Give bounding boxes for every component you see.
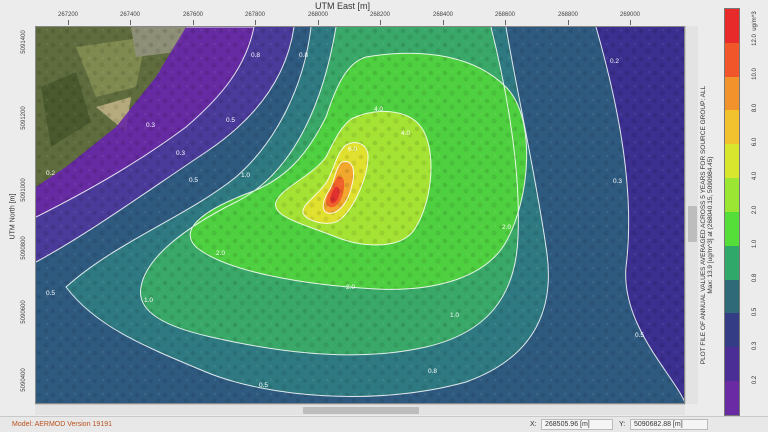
contour-value-label: 0.2: [610, 58, 619, 65]
contour-value-label: 1.0: [450, 312, 459, 319]
utm-north-tick-label: 5091000: [21, 178, 27, 202]
contour-value-label: 0.3: [146, 122, 155, 129]
legend-level-label: 0.2: [752, 375, 758, 385]
utm-east-tick-mark: [130, 20, 131, 25]
legend-level-label: 2.0: [752, 205, 758, 215]
legend-swatch: [725, 110, 739, 145]
utm-east-tick-label: 268000: [307, 12, 329, 18]
legend-swatch: [725, 245, 739, 280]
legend-level-label: 0.3: [752, 341, 758, 351]
utm-north-tick-label: 5090400: [21, 368, 27, 392]
utm-east-tick-label: 267200: [57, 12, 79, 18]
legend-level-label: 0.8: [752, 273, 758, 283]
utm-east-tick-label: 267800: [244, 12, 266, 18]
utm-east-tick-label: 268800: [557, 12, 579, 18]
contour-map-view[interactable]: 0.2 0.3 0.5 1.0 2.0 4.0 6.0 0.8 0.3 0.5 1.0 2.0 4.0 0…: [35, 26, 685, 404]
legend-swatch: [725, 42, 739, 77]
utm-east-tick-mark: [380, 20, 381, 25]
utm-east-tick-label: 269000: [619, 12, 641, 18]
contour-value-label: 0.8: [428, 368, 437, 375]
utm-east-tick-label: 268200: [369, 12, 391, 18]
vertical-scrollbar[interactable]: [685, 26, 698, 404]
utm-north-tick-label: 5091400: [21, 30, 27, 54]
legend-swatch: [725, 9, 739, 43]
contour-value-label: 2.0: [346, 284, 355, 291]
x-coord-label: X:: [530, 421, 537, 428]
contour-value-label: 1.0: [241, 172, 250, 179]
legend-level-label: 6.0: [752, 137, 758, 147]
model-version-text: Model: AERMOD Version 19191: [12, 421, 112, 428]
contour-value-label: 6.0: [348, 146, 357, 153]
legend-caption-line1: PLOT FILE OF ANNUAL VALUES AVERAGED ACRO…: [700, 85, 707, 365]
legend-swatch: [725, 144, 739, 179]
contour-value-label: 0.8: [299, 52, 308, 59]
utm-east-tick-label: 268600: [494, 12, 516, 18]
utm-east-tick-mark: [255, 20, 256, 25]
utm-east-tick-mark: [630, 20, 631, 25]
contour-value-label: 0.5: [226, 117, 235, 124]
legend-swatch: [725, 381, 739, 415]
utm-east-tick-label: 267600: [182, 12, 204, 18]
y-coord-label: Y:: [619, 421, 626, 428]
y-coord-field: 5090682.88 [m]: [630, 419, 708, 430]
legend-caption: PLOT FILE OF ANNUAL VALUES AVERAGED ACRO…: [700, 30, 714, 420]
contour-value-label: 0.3: [613, 178, 622, 185]
contour-value-label: 1.0: [144, 297, 153, 304]
vertical-scroll-thumb[interactable]: [688, 206, 697, 242]
utm-east-tick-mark: [443, 20, 444, 25]
legend-level-label: 8.0: [752, 103, 758, 113]
legend-swatch: [725, 279, 739, 314]
contour-value-label: 0.8: [251, 52, 260, 59]
imagery-texture: [36, 27, 684, 403]
status-bar: Model: AERMOD Version 19191 X: 268505.96…: [0, 416, 768, 432]
contour-value-label: 0.3: [176, 150, 185, 157]
legend-swatch: [725, 178, 739, 212]
utm-east-tick-mark: [193, 20, 194, 25]
utm-east-tick-mark: [568, 20, 569, 25]
horizontal-scroll-thumb[interactable]: [303, 407, 419, 414]
utm-east-tick-mark: [505, 20, 506, 25]
legend-caption-text: PLOT FILE OF ANNUAL VALUES AVERAGED ACRO…: [700, 30, 714, 420]
legend-level-label: 4.0: [752, 171, 758, 181]
legend-swatch: [725, 211, 739, 246]
contour-value-label: 0.5: [189, 177, 198, 184]
utm-east-tick-label: 268400: [432, 12, 454, 18]
contour-value-label: 4.0: [401, 130, 410, 137]
horizontal-scrollbar[interactable]: [35, 404, 685, 415]
utm-north-axis-title: UTM North [m]: [9, 193, 17, 240]
contour-value-label: 0.5: [635, 332, 644, 339]
aermod-view-window: UTM East [m] 267200 267400 267600 267800 268…: [0, 0, 768, 432]
legend-level-label: 10.0: [752, 68, 758, 80]
legend-swatch: [725, 313, 739, 348]
utm-north-tick-label: 5091200: [21, 106, 27, 130]
contour-value-label: 0.2: [46, 170, 55, 177]
contour-value-label: 0.5: [46, 290, 55, 297]
legend-level-label: 1.0: [752, 239, 758, 249]
legend-level-label: 12.0: [752, 34, 758, 46]
contour-value-label: 2.0: [502, 224, 511, 231]
legend-caption-line2: Max: 13.9 [ug/m^3] at (268040.15, 509098…: [707, 156, 714, 294]
utm-north-tick-label: 5090800: [21, 236, 27, 260]
contour-map-canvas[interactable]: 0.2 0.3 0.5 1.0 2.0 4.0 6.0 0.8 0.3 0.5 1.0 2.0 4.0 0…: [36, 27, 685, 404]
contour-value-label: 4.0: [374, 106, 383, 113]
x-coord-field: 268505.96 [m]: [541, 419, 613, 430]
legend-swatch: [725, 76, 739, 111]
utm-east-axis-title: UTM East [m]: [314, 1, 370, 11]
utm-east-tick-mark: [318, 20, 319, 25]
utm-east-tick-mark: [68, 20, 69, 25]
contour-value-label: 0.5: [259, 382, 268, 389]
contour-value-label: 2.0: [216, 250, 225, 257]
legend-level-label: 0.5: [752, 307, 758, 317]
utm-north-tick-label: 5090600: [21, 300, 27, 324]
utm-east-tick-label: 267400: [119, 12, 141, 18]
concentration-legend-bar: [724, 8, 740, 416]
legend-swatch: [725, 347, 739, 382]
